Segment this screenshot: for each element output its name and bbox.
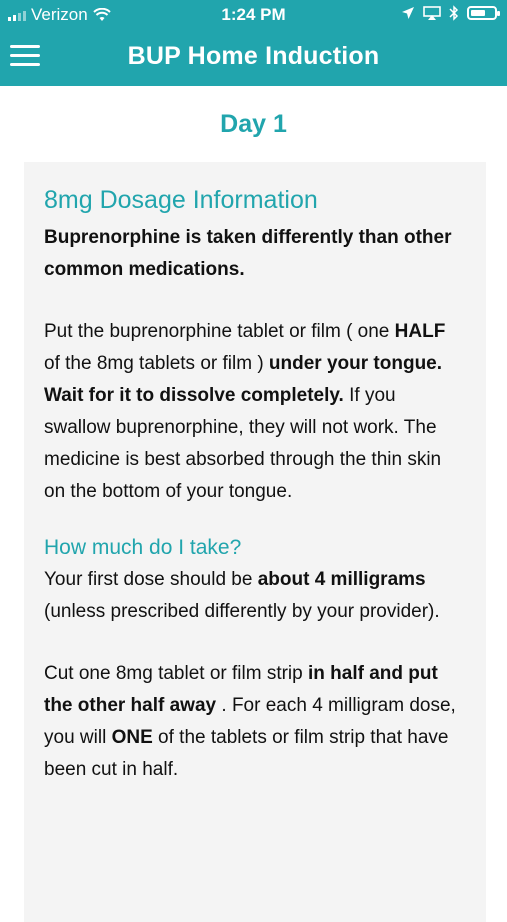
bluetooth-icon [449, 5, 459, 21]
intro-text: Buprenorphine is taken differently than … [44, 227, 452, 280]
location-arrow-icon [402, 7, 414, 19]
status-bar: Verizon 1:24 PM [0, 0, 507, 30]
instructions-paragraph: Put the buprenorphine tablet or film ( o… [44, 321, 446, 502]
status-right [401, 5, 500, 21]
app-title: BUP Home Induction [127, 42, 380, 70]
battery-icon [467, 6, 500, 20]
dose-subheading: How much do I take? [44, 536, 242, 559]
screen-mirroring-icon [423, 6, 441, 20]
day-title: Day 1 [220, 110, 287, 138]
card-heading: 8mg Dosage Information [44, 186, 318, 214]
first-dose-paragraph: Your first dose should be about 4 millig… [44, 569, 440, 622]
dosage-info-card: 8mg Dosage Information Buprenorphine is … [24, 162, 486, 922]
nav-bar: BUP Home Induction [0, 30, 507, 86]
cut-tablet-paragraph: Cut one 8mg tablet or film strip in half… [44, 663, 456, 780]
